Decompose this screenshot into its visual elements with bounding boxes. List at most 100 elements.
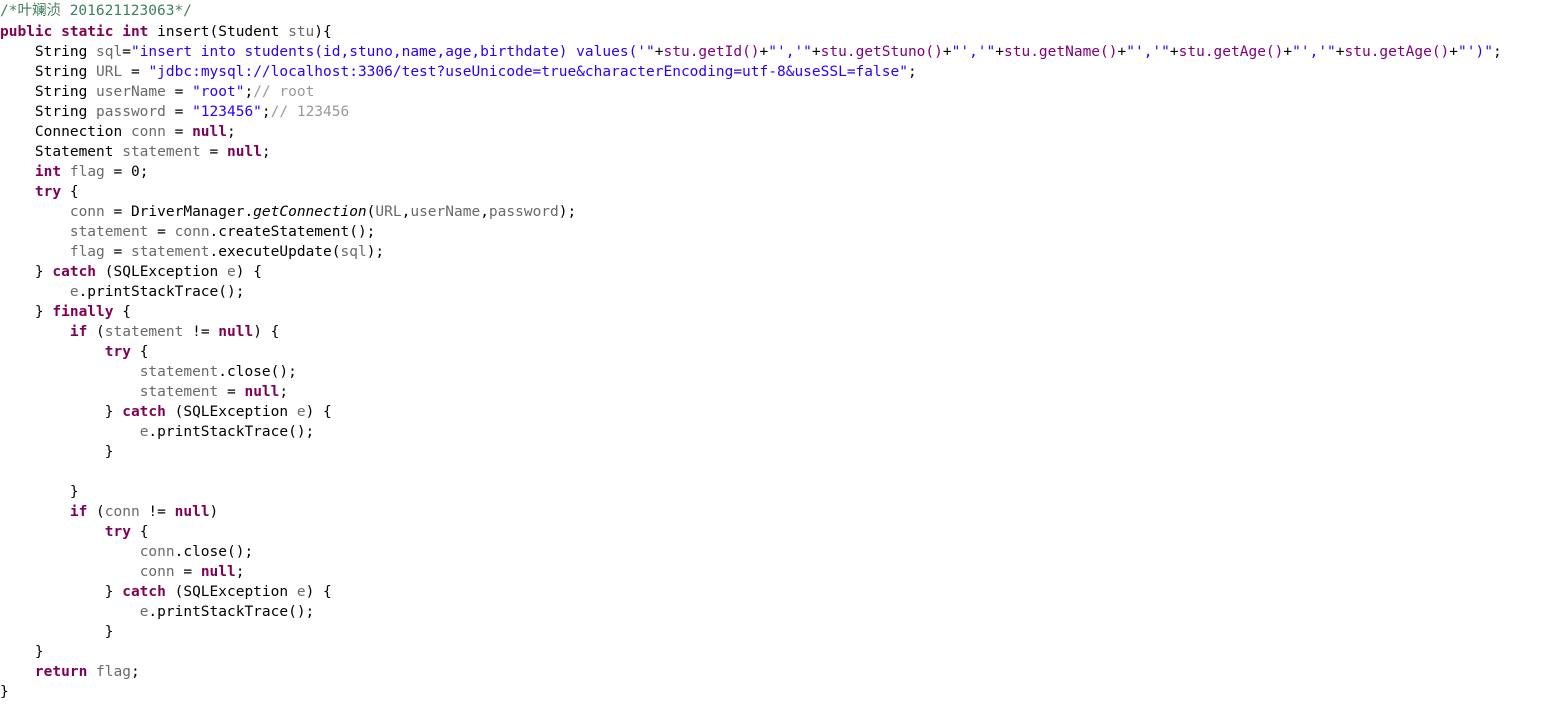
code-token: "','" [1126,44,1170,60]
code-token: null [192,124,227,140]
code-token: e [296,584,306,600]
code-line: } [0,642,1565,662]
code-line: } [0,442,1565,462]
code-token: = [165,104,193,120]
code-token: flag [69,244,105,260]
code-token: { [130,524,149,540]
code-token: statement [130,244,210,260]
code-line: String URL = "jdbc:mysql://localhost:330… [0,62,1565,82]
code-token: + [942,44,952,60]
code-token: insert(Student [148,24,289,40]
code-token: ; [279,384,289,400]
code-token: + [654,44,664,60]
code-token: "root" [192,84,245,100]
code-token: = [122,44,131,60]
code-token: != [183,324,219,340]
code-token: = DriverManager. [104,204,254,220]
code-token: conn [104,504,140,520]
code-token: statement [139,364,219,380]
code-token: null [227,144,262,160]
code-token: ; [244,84,254,100]
code-line: try { [0,182,1565,202]
code-token: (SQLException [165,584,297,600]
code-token: = [122,64,149,80]
code-token: } [0,644,44,660]
code-token: = [165,84,193,100]
code-token: } [0,444,114,460]
code-token: "jdbc:mysql://localhost:3306/test?useUni… [148,64,908,80]
code-line: } finally { [0,302,1565,322]
code-line: return flag; [0,662,1565,682]
code-editor-viewport[interactable]: /*叶斓浈 201621123063*/ public static int in… [0,0,1565,702]
code-token: ) { [253,324,280,340]
code-token: try [34,184,62,200]
code-token: ( [87,324,105,340]
code-token: (SQLException [96,264,227,280]
code-token: + [1169,44,1179,60]
code-token: = 0; [104,164,149,180]
code-token: + [995,44,1004,60]
code-token: stu.getAge() [1178,44,1284,60]
code-token: flag [69,164,105,180]
code-line: public static int insert(Student stu){ [0,22,1565,42]
code-line: /*叶斓浈 201621123063*/ [0,0,1565,22]
code-token: ; [227,124,236,140]
code-line: String userName = "root";// root [0,82,1565,102]
code-token: sql [96,44,123,60]
code-line: Connection conn = null; [0,122,1565,142]
code-token: + [1283,44,1293,60]
code-token: ) { [305,584,332,600]
code-token: = [218,384,245,400]
code-token: = [200,144,227,160]
code-token: ; [261,104,271,120]
code-token: finally [52,304,114,320]
code-line: conn = DriverManager.getConnection(URL,u… [0,202,1565,222]
code-token: .close(); [174,544,254,560]
code-token: ; [235,564,245,580]
code-token: conn [139,544,175,560]
code-line: conn.close(); [0,542,1565,562]
code-token: "insert into students(id,stuno,name,age,… [130,44,655,60]
code-token: String [0,64,97,80]
code-token: stu.getAge() [1344,44,1450,60]
code-token: } [0,404,123,420]
code-token: ( [87,504,105,520]
code-token: String [0,84,97,100]
code-line: statement = null; [0,382,1565,402]
code-token: + [1335,44,1345,60]
code-token: conn [139,564,175,580]
code-token: } [0,264,53,280]
code-token: .printStackTrace(); [78,284,245,300]
code-token: conn [174,224,210,240]
code-token: = [174,564,201,580]
code-token: "123456" [192,104,262,120]
code-token: "','" [1292,44,1336,60]
code-token: password [96,104,166,120]
code-token: = [148,224,175,240]
code-token: } [0,304,53,320]
code-line: if (conn != null) [0,502,1565,522]
code-token: e [69,284,79,300]
code-token: /*叶斓浈 201621123063*/ [0,3,192,19]
code-line: statement.close(); [0,362,1565,382]
code-token: password [488,204,559,220]
code-line: try { [0,522,1565,542]
code-line: e.printStackTrace(); [0,602,1565,622]
code-token: null [244,384,280,400]
code-token: != [139,504,175,520]
code-token: ) { [235,264,262,280]
code-token: } [0,624,114,640]
code-token: try [104,524,131,540]
code-token: } [0,684,9,700]
